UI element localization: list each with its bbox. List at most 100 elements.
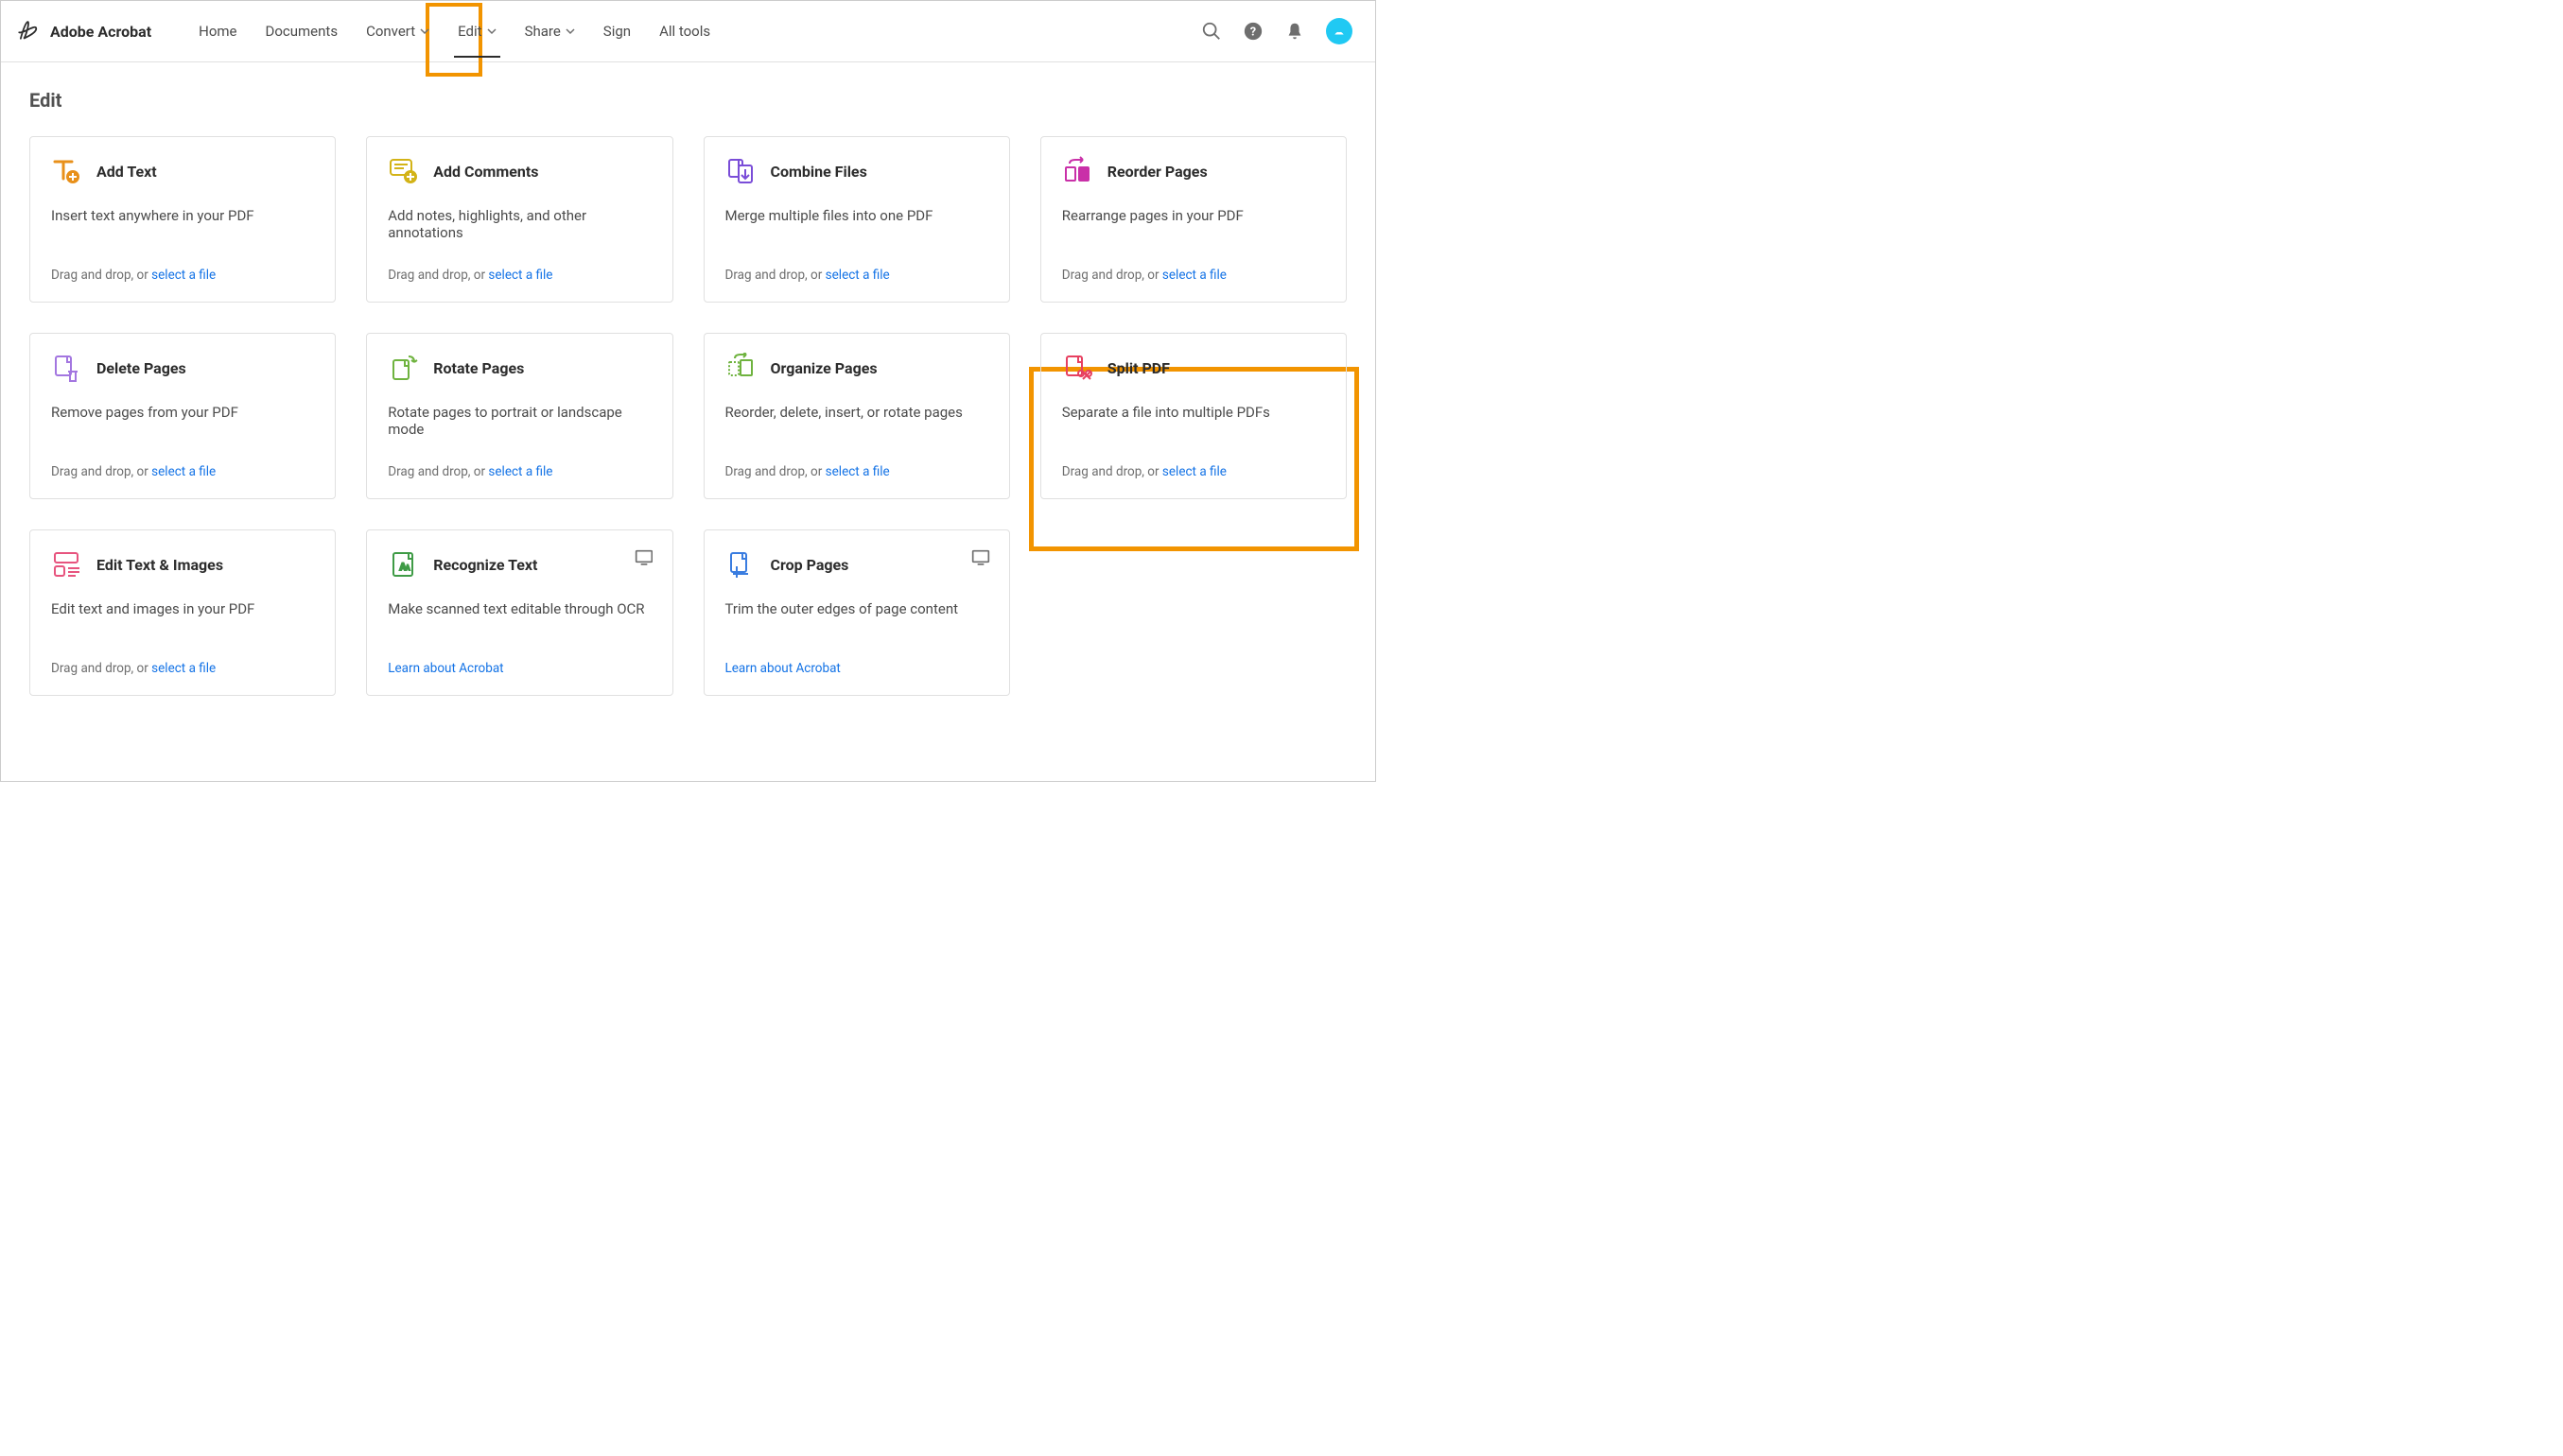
card-footer: Drag and drop, or select a file	[388, 464, 651, 479]
card-desc: Make scanned text editable through OCR	[388, 600, 651, 644]
card-desc: Rotate pages to portrait or landscape mo…	[388, 404, 651, 447]
card-crop-pages[interactable]: Crop Pages Trim the outer edges of page …	[704, 529, 1010, 696]
card-footer: Drag and drop, or select a file	[725, 268, 988, 283]
select-file-link[interactable]: select a file	[826, 268, 890, 283]
brand: Adobe Acrobat	[16, 17, 151, 45]
edit-text-images-icon	[51, 549, 81, 580]
card-edit-text-images[interactable]: Edit Text & Images Edit text and images …	[29, 529, 336, 696]
main-nav: Home Documents Convert Edit Share Sign A…	[187, 1, 722, 61]
select-file-link[interactable]: select a file	[1162, 464, 1227, 479]
nav-label: Convert	[366, 23, 415, 40]
user-avatar[interactable]	[1326, 18, 1352, 44]
combine-files-icon	[725, 156, 756, 186]
chevron-down-icon	[487, 26, 497, 36]
card-title: Rotate Pages	[433, 359, 524, 377]
card-footer: Drag and drop, or select a file	[51, 268, 314, 283]
rotate-pages-icon	[388, 353, 418, 383]
add-comments-icon	[388, 156, 418, 186]
help-icon[interactable]: ?	[1243, 21, 1264, 42]
select-file-link[interactable]: select a file	[151, 268, 216, 283]
card-title: Recognize Text	[433, 556, 537, 574]
nav-edit[interactable]: Edit	[446, 1, 507, 61]
delete-pages-icon	[51, 353, 81, 383]
card-footer: Drag and drop, or select a file	[725, 464, 988, 479]
card-footer: Drag and drop, or select a file	[1062, 268, 1325, 283]
card-add-text[interactable]: Add Text Insert text anywhere in your PD…	[29, 136, 336, 303]
app-header: Adobe Acrobat Home Documents Convert Edi…	[1, 1, 1375, 62]
select-file-link[interactable]: select a file	[151, 661, 216, 676]
chevron-down-icon	[566, 26, 575, 36]
card-title: Add Comments	[433, 163, 538, 181]
select-file-link[interactable]: select a file	[488, 268, 552, 283]
nav-label: Home	[199, 23, 236, 40]
card-desc: Rearrange pages in your PDF	[1062, 207, 1325, 251]
nav-documents[interactable]: Documents	[254, 1, 350, 61]
split-pdf-icon	[1062, 353, 1092, 383]
nav-label: Edit	[458, 23, 481, 40]
acrobat-logo-icon	[16, 17, 41, 45]
card-organize-pages[interactable]: Organize Pages Reorder, delete, insert, …	[704, 333, 1010, 499]
card-title: Edit Text & Images	[96, 556, 223, 574]
card-desc: Separate a file into multiple PDFs	[1062, 404, 1325, 447]
card-title: Delete Pages	[96, 359, 186, 377]
select-file-link[interactable]: select a file	[1162, 268, 1227, 283]
add-text-icon	[51, 156, 81, 186]
card-title: Crop Pages	[771, 556, 849, 574]
nav-sign[interactable]: Sign	[592, 1, 642, 61]
nav-label: Documents	[266, 23, 339, 40]
search-icon[interactable]	[1201, 21, 1222, 42]
desktop-icon	[971, 549, 990, 566]
card-footer: Learn about Acrobat	[725, 661, 988, 676]
nav-label: All tools	[659, 23, 710, 40]
learn-link[interactable]: Learn about Acrobat	[725, 661, 841, 676]
card-combine-files[interactable]: Combine Files Merge multiple files into …	[704, 136, 1010, 303]
recognize-text-icon: AA	[388, 549, 418, 580]
reorder-pages-icon	[1062, 156, 1092, 186]
card-title: Add Text	[96, 163, 157, 181]
bell-icon[interactable]	[1284, 21, 1305, 42]
card-title: Reorder Pages	[1107, 163, 1208, 181]
card-desc: Edit text and images in your PDF	[51, 600, 314, 644]
card-desc: Reorder, delete, insert, or rotate pages	[725, 404, 988, 447]
tools-grid: Add Text Insert text anywhere in your PD…	[29, 136, 1347, 696]
card-title: Organize Pages	[771, 359, 878, 377]
card-footer: Learn about Acrobat	[388, 661, 651, 676]
header-actions: ?	[1201, 18, 1352, 44]
card-title: Split PDF	[1107, 359, 1170, 377]
svg-text:?: ?	[1250, 26, 1256, 40]
card-desc: Add notes, highlights, and other annotat…	[388, 207, 651, 251]
organize-pages-icon	[725, 353, 756, 383]
nav-label: Share	[525, 23, 561, 40]
desktop-icon	[635, 549, 654, 566]
card-desc: Merge multiple files into one PDF	[725, 207, 988, 251]
nav-convert[interactable]: Convert	[355, 1, 441, 61]
learn-link[interactable]: Learn about Acrobat	[388, 661, 503, 676]
nav-home[interactable]: Home	[187, 1, 248, 61]
card-add-comments[interactable]: Add Comments Add notes, highlights, and …	[366, 136, 672, 303]
select-file-link[interactable]: select a file	[488, 464, 552, 479]
select-file-link[interactable]: select a file	[151, 464, 216, 479]
card-footer: Drag and drop, or select a file	[388, 268, 651, 283]
nav-all-tools[interactable]: All tools	[648, 1, 722, 61]
card-reorder-pages[interactable]: Reorder Pages Rearrange pages in your PD…	[1040, 136, 1347, 303]
brand-text: Adobe Acrobat	[50, 23, 151, 41]
card-delete-pages[interactable]: Delete Pages Remove pages from your PDF …	[29, 333, 336, 499]
nav-share[interactable]: Share	[514, 1, 586, 61]
svg-text:A: A	[406, 564, 410, 572]
card-desc: Insert text anywhere in your PDF	[51, 207, 314, 251]
card-split-pdf[interactable]: Split PDF Separate a file into multiple …	[1040, 333, 1347, 499]
nav-label: Sign	[603, 23, 631, 40]
chevron-down-icon	[420, 26, 429, 36]
select-file-link[interactable]: select a file	[826, 464, 890, 479]
page-content: Edit Add Text Insert text anywhere in yo…	[1, 62, 1375, 722]
card-rotate-pages[interactable]: Rotate Pages Rotate pages to portrait or…	[366, 333, 672, 499]
page-title: Edit	[29, 89, 1347, 112]
card-recognize-text[interactable]: AA Recognize Text Make scanned text edit…	[366, 529, 672, 696]
card-desc: Remove pages from your PDF	[51, 404, 314, 447]
card-footer: Drag and drop, or select a file	[51, 464, 314, 479]
card-footer: Drag and drop, or select a file	[51, 661, 314, 676]
card-footer: Drag and drop, or select a file	[1062, 464, 1325, 479]
card-desc: Trim the outer edges of page content	[725, 600, 988, 644]
crop-pages-icon	[725, 549, 756, 580]
card-title: Combine Files	[771, 163, 867, 181]
